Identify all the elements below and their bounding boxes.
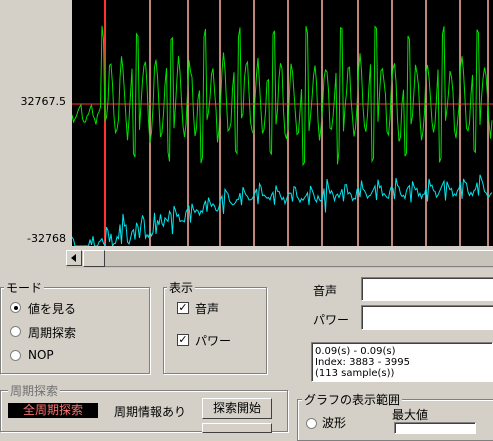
graph-range-group-title: グラフの表示範囲 — [302, 391, 403, 408]
y-axis-max-label: 32767.5 — [20, 95, 67, 108]
scroll-left-button[interactable] — [66, 250, 82, 266]
power-waveform — [72, 174, 493, 246]
power-value-label: パワー — [313, 313, 350, 327]
scrollbar-thumb[interactable] — [83, 250, 105, 267]
max-value-label: 最大値 — [392, 408, 429, 422]
power-value-field[interactable] — [361, 305, 493, 330]
voice-checkbox[interactable]: ✓ — [177, 302, 189, 314]
voice-value-label: 音声 — [313, 284, 338, 298]
mode-radio-view-value[interactable] — [10, 302, 21, 313]
mode-option-period-search-label[interactable]: 周期探索 — [28, 324, 76, 341]
waveform-graph[interactable] — [72, 0, 493, 246]
selection-time-range: 0.09(s) - 0.09(s) — [315, 346, 396, 357]
mode-radio-period-search[interactable] — [10, 326, 21, 337]
voice-checkbox-label[interactable]: 音声 — [195, 300, 219, 317]
display-group-title: 表示 — [167, 279, 196, 296]
power-checkbox-label[interactable]: パワー — [195, 332, 231, 349]
voice-waveform — [72, 25, 493, 167]
mode-group-title: モード — [4, 279, 45, 296]
mode-radio-nop[interactable] — [10, 350, 21, 361]
period-search-mode-badge: 全周期探索 — [8, 403, 98, 418]
range-waveform-label[interactable]: 波形 — [322, 414, 346, 431]
selection-info-box: 0.09(s) - 0.09(s) Index: 3883 - 3995 (11… — [311, 342, 493, 382]
scrollbar-divider — [105, 266, 493, 267]
period-info-status: 周期情報あり — [114, 405, 187, 419]
start-search-button[interactable]: 探索開始 — [202, 398, 272, 419]
selection-index-range: Index: 3883 - 3995 — [315, 357, 410, 368]
mode-option-nop-label[interactable]: NOP — [28, 348, 54, 362]
second-button-partial[interactable] — [202, 423, 272, 433]
max-value-field[interactable] — [394, 422, 476, 434]
range-radio-waveform[interactable] — [306, 418, 317, 429]
voice-value-field[interactable] — [361, 277, 493, 301]
period-search-group-title: 周期探索 — [8, 382, 61, 399]
power-checkbox[interactable]: ✓ — [177, 334, 189, 346]
selection-sample-count: (113 sample(s)) — [315, 368, 395, 379]
y-axis-min-label: -32768 — [27, 232, 66, 245]
mode-option-view-value-label[interactable]: 値を見る — [28, 300, 76, 317]
